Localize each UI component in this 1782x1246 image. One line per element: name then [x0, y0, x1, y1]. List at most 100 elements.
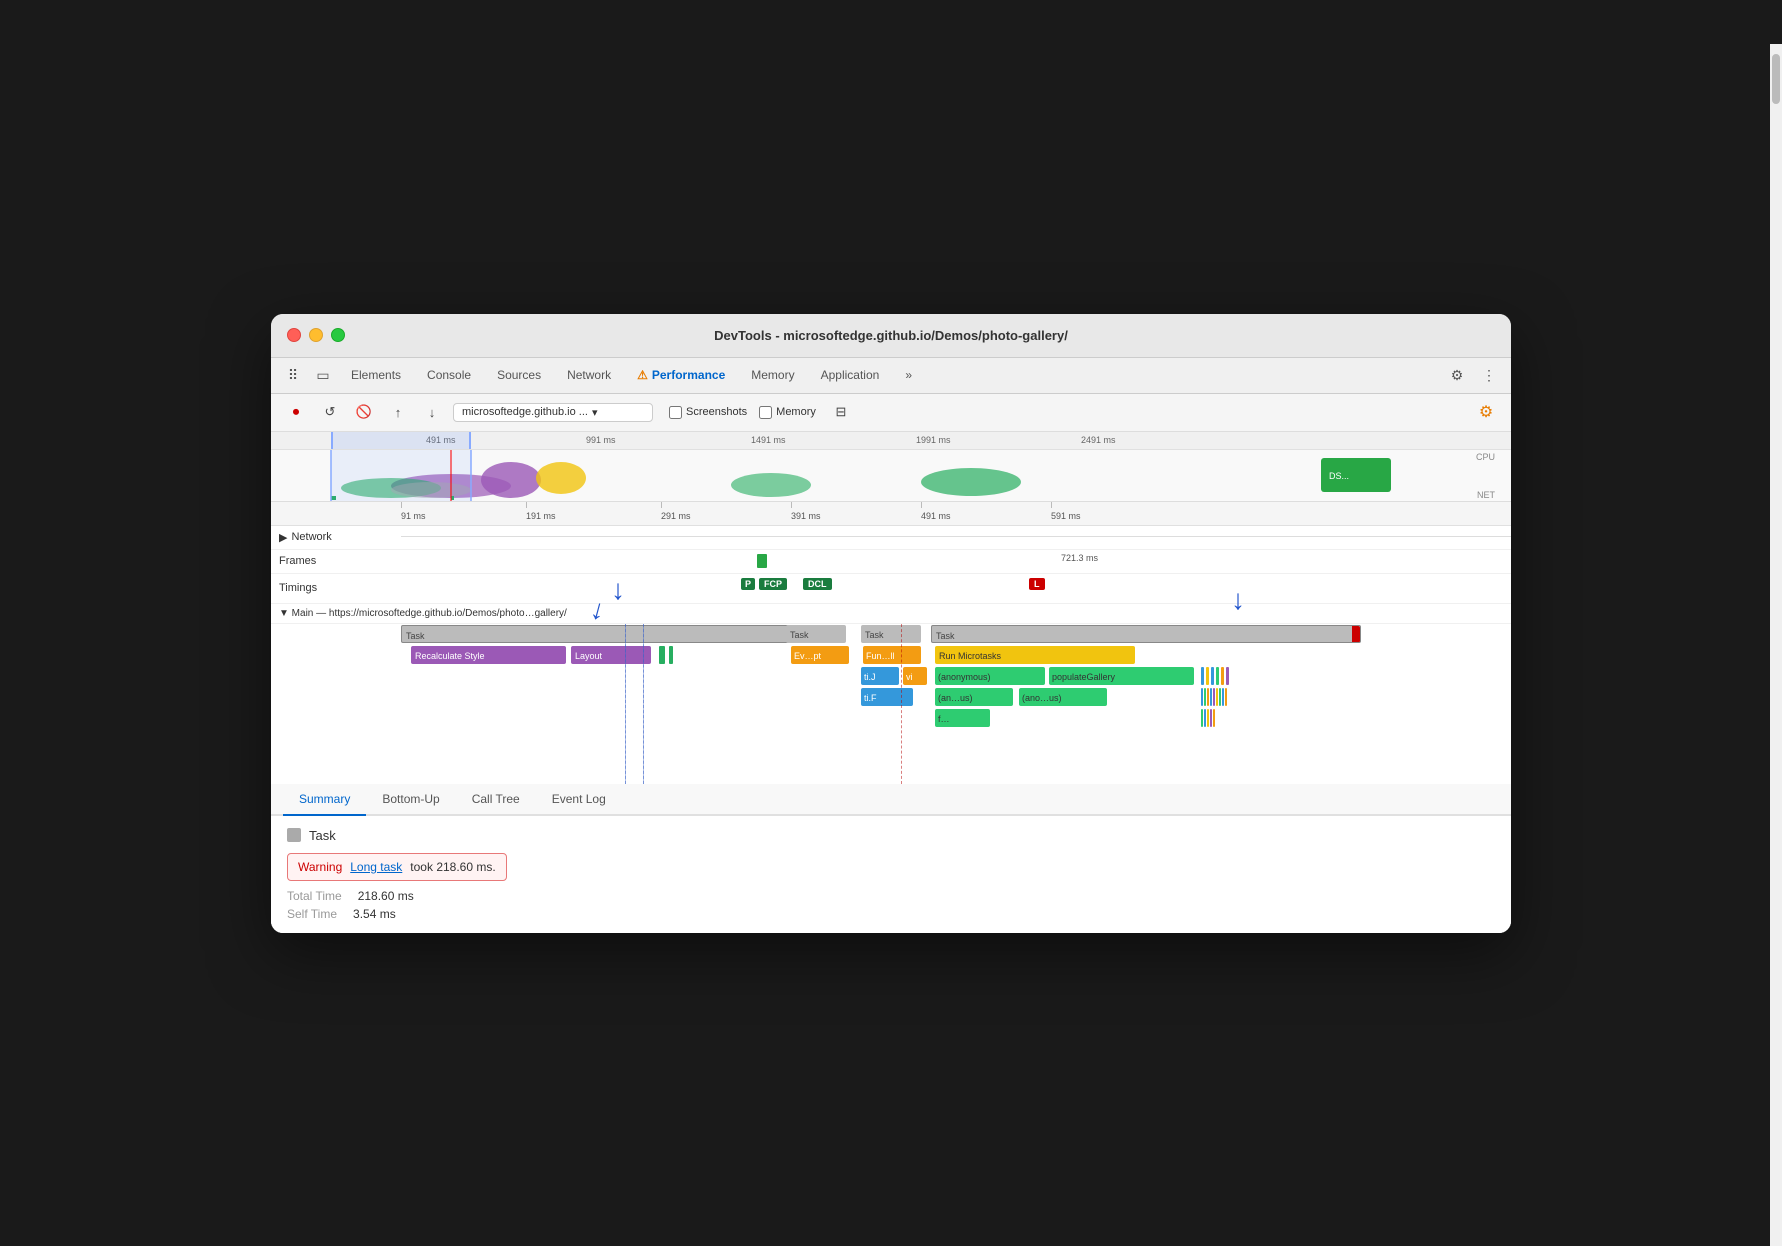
network-text: Network — [291, 531, 331, 543]
dense-bars-2 — [1201, 709, 1331, 727]
task-color-box — [287, 828, 301, 842]
mark-291: 291 ms — [661, 511, 691, 521]
tif-block[interactable]: ti.F — [861, 688, 913, 706]
tick-191 — [526, 502, 527, 508]
event-block[interactable]: Ev…pt — [791, 646, 849, 664]
selection-overlay-ruler — [331, 432, 471, 450]
bar-right-1 — [1201, 667, 1204, 685]
frames-row: Frames 721.3 ms — [271, 550, 1511, 574]
recalc-style-block[interactable]: Recalculate Style — [411, 646, 566, 664]
overview-bar[interactable]: 491 ms 991 ms 1491 ms 1991 ms 2491 ms — [271, 432, 1511, 502]
screenshots-checkbox[interactable] — [669, 406, 682, 419]
tab-performance[interactable]: ⚠ Performance — [625, 362, 737, 388]
toolbar-right: ⚙ — [1473, 399, 1499, 425]
overview-ruler: 491 ms 991 ms 1491 ms 1991 ms 2491 ms — [271, 432, 1511, 450]
download-button[interactable]: ↓ — [419, 399, 445, 425]
dense-bar-7 — [1219, 688, 1221, 706]
device-icon[interactable]: ▭ — [309, 361, 337, 389]
tab-summary[interactable]: Summary — [283, 784, 366, 816]
upload-button[interactable]: ↑ — [385, 399, 411, 425]
mark-491: 491 ms — [921, 511, 951, 521]
perf-settings-icon[interactable]: ⚙ — [1473, 399, 1499, 425]
task-block-3[interactable]: Task — [861, 625, 921, 643]
anonymous-block[interactable]: (anonymous) — [935, 667, 1045, 685]
task-row-5: f… — [401, 708, 1511, 728]
dense-bar-2 — [1204, 688, 1206, 706]
url-dropdown-icon[interactable]: ▾ — [592, 406, 598, 419]
mark-591: 591 ms — [1051, 511, 1081, 521]
populate-block[interactable]: populateGallery — [1049, 667, 1194, 685]
self-time-row: Self Time 3.54 ms — [287, 907, 1495, 921]
bar-right-6 — [1226, 667, 1229, 685]
tab-more[interactable]: » — [893, 362, 924, 388]
settings-icon[interactable]: ⚙ — [1443, 361, 1471, 389]
tab-sources[interactable]: Sources — [485, 362, 553, 388]
badge-dcl: DCL — [803, 578, 832, 590]
dense-bar-3 — [1207, 688, 1209, 706]
maximize-button[interactable] — [331, 328, 345, 342]
microtasks-label: Run Microtasks — [935, 651, 1001, 661]
warning-link[interactable]: Long task — [350, 860, 402, 874]
close-button[interactable] — [287, 328, 301, 342]
tab-application[interactable]: Application — [809, 362, 892, 388]
flame-ruler: 91 ms 191 ms 291 ms 391 ms 491 ms 591 ms — [271, 502, 1511, 526]
tick-591 — [1051, 502, 1052, 508]
warning-row: Warning Long task took 218.60 ms. — [287, 853, 507, 881]
tab-call-tree[interactable]: Call Tree — [456, 784, 536, 816]
cpu-label: CPU — [1476, 452, 1495, 462]
task-label-2: Task — [786, 630, 809, 640]
frame-time-marker: 721.3 ms — [1061, 553, 1098, 563]
memory-checkbox-label[interactable]: Memory — [759, 406, 816, 419]
tab-network[interactable]: Network — [555, 362, 623, 388]
dense-bar-9 — [1225, 688, 1227, 706]
tab-console[interactable]: Console — [415, 362, 483, 388]
vi-block[interactable]: vi — [903, 667, 927, 685]
capture-icon[interactable]: ⊟ — [828, 399, 854, 425]
badge-p: P — [741, 578, 755, 590]
record-button[interactable]: ⏺ — [283, 399, 309, 425]
anus2-block[interactable]: (ano…us) — [1019, 688, 1107, 706]
tij-block[interactable]: ti.J — [861, 667, 899, 685]
f-block[interactable]: f… — [935, 709, 990, 727]
inspector-icon[interactable]: ⠿ — [279, 361, 307, 389]
tab-event-log[interactable]: Event Log — [536, 784, 622, 816]
dense-bar-5 — [1213, 688, 1215, 706]
title-bar: DevTools - microsoftedge.github.io/Demos… — [271, 314, 1511, 358]
anonymous-label: (anonymous) — [935, 672, 991, 682]
funll-block[interactable]: Fun…ll — [863, 646, 921, 664]
memory-label: Memory — [776, 406, 816, 418]
task-label-3: Task — [861, 630, 884, 640]
task-block-4[interactable]: Task — [931, 625, 1361, 643]
refresh-button[interactable]: ↺ — [317, 399, 343, 425]
dense-bar-1 — [1201, 688, 1203, 706]
frames-label: Frames — [271, 555, 401, 567]
task-block-2[interactable]: Task — [786, 625, 846, 643]
minimize-button[interactable] — [309, 328, 323, 342]
clear-button[interactable]: 🚫 — [351, 399, 377, 425]
anus2-label: (ano…us) — [1019, 693, 1062, 703]
microtasks-block[interactable]: Run Microtasks — [935, 646, 1135, 664]
traffic-lights — [287, 328, 345, 342]
frames-text: Frames — [279, 555, 316, 567]
green-mark-2 — [669, 646, 673, 664]
dense-bar2-2 — [1204, 709, 1206, 727]
layout-block[interactable]: Layout — [571, 646, 651, 664]
more-options-icon[interactable]: ⋮ — [1475, 361, 1503, 389]
dense-bar-8 — [1222, 688, 1224, 706]
tab-memory[interactable]: Memory — [739, 362, 806, 388]
toolbar-checkboxes: Screenshots Memory ⊟ — [669, 399, 854, 425]
tab-elements[interactable]: Elements — [339, 362, 413, 388]
memory-checkbox[interactable] — [759, 406, 772, 419]
task-block-1[interactable]: Task — [401, 625, 791, 643]
bar-right-4 — [1216, 667, 1219, 685]
tick-291 — [661, 502, 662, 508]
task-row-2: Recalculate Style Layout Ev…pt Fun…ll — [401, 645, 1511, 665]
summary-tabs: Summary Bottom-Up Call Tree Event Log — [271, 784, 1511, 816]
screenshots-checkbox-label[interactable]: Screenshots — [669, 406, 747, 419]
ruler-mark-1991: 1991 ms — [916, 435, 951, 445]
tab-bottom-up[interactable]: Bottom-Up — [366, 784, 455, 816]
anus1-block[interactable]: (an…us) — [935, 688, 1013, 706]
bar-right-3 — [1211, 667, 1214, 685]
badge-fcp: FCP — [759, 578, 787, 590]
tick-91 — [401, 502, 402, 508]
